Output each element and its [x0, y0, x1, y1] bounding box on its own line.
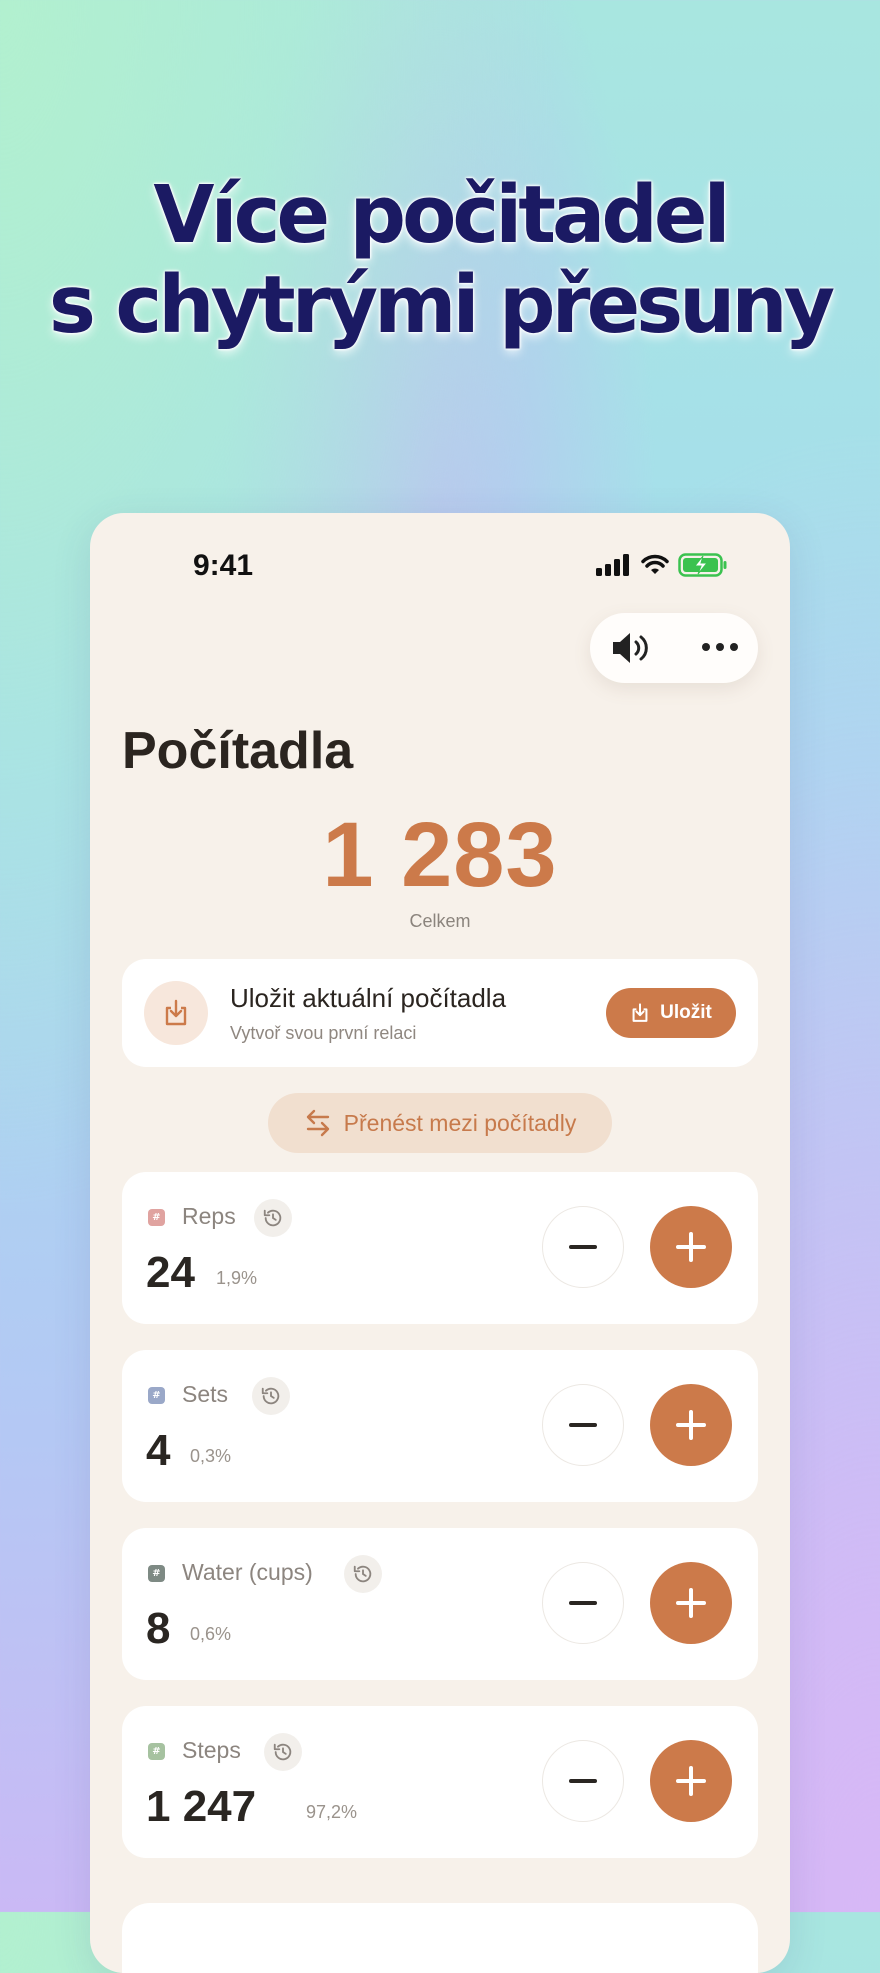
counter-percent: 0,6%: [190, 1624, 232, 1644]
plus-icon: [676, 1410, 706, 1440]
headline-line-2: s chytrými přesuny: [48, 259, 835, 351]
history-icon[interactable]: [254, 1199, 292, 1237]
save-icon: [632, 1003, 648, 1022]
counter-percent: 97,2%: [306, 1802, 358, 1822]
counter-percent: 0,3%: [190, 1446, 232, 1466]
status-icons: [596, 553, 728, 577]
hash-tag-icon: #: [148, 1743, 165, 1760]
speaker-icon[interactable]: [610, 630, 650, 666]
plus-icon: [676, 1232, 706, 1262]
counter-value: 8: [146, 1604, 171, 1653]
minus-icon: [569, 1423, 597, 1427]
minus-icon: [569, 1779, 597, 1783]
total-label: Celkem: [409, 911, 471, 931]
save-button[interactable]: Uložit: [606, 988, 736, 1038]
counter-percent: 1,9%: [216, 1268, 258, 1288]
history-icon[interactable]: [252, 1377, 290, 1415]
increment-button[interactable]: [650, 1206, 732, 1288]
hash-tag-icon: #: [148, 1209, 165, 1226]
decrement-button[interactable]: [542, 1740, 624, 1822]
page-title: Počítadla: [122, 722, 354, 780]
minus-icon: [569, 1245, 597, 1249]
save-session-card: Uložit aktuální počítadla Vytvoř svou pr…: [122, 959, 758, 1067]
transfer-button[interactable]: Přenést mezi počítadly: [268, 1093, 612, 1153]
counter-card-water: # Water (cups) 8 0,6%: [122, 1528, 758, 1680]
increment-button[interactable]: [650, 1562, 732, 1644]
headline-line-1: Více počitadel: [153, 169, 730, 261]
minus-icon: [569, 1601, 597, 1605]
more-icon[interactable]: [702, 643, 738, 651]
counter-card-reps: # Reps 24 1,9%: [122, 1172, 758, 1324]
battery-charging-icon: [678, 553, 727, 577]
bottom-bar-peek: [122, 1903, 758, 1973]
decrement-button[interactable]: [542, 1384, 624, 1466]
counter-card-steps: # Steps 1 247 97,2%: [122, 1706, 758, 1858]
headline: Více počitadel s chytrými přesuny: [0, 170, 880, 350]
decrement-button[interactable]: [542, 1206, 624, 1288]
history-icon[interactable]: [344, 1555, 382, 1593]
increment-button[interactable]: [650, 1740, 732, 1822]
counter-value: 24: [146, 1248, 195, 1297]
plus-icon: [676, 1588, 706, 1618]
toolbar-pill: [590, 613, 758, 683]
increment-button[interactable]: [650, 1384, 732, 1466]
download-icon: [144, 981, 208, 1045]
counter-name: Water (cups): [182, 1559, 313, 1585]
wifi-icon: [641, 554, 669, 574]
counter-name: Sets: [182, 1381, 229, 1407]
history-icon[interactable]: [264, 1733, 302, 1771]
hash-tag-icon: #: [148, 1565, 165, 1582]
decrement-button[interactable]: [542, 1562, 624, 1644]
plus-icon: [676, 1766, 706, 1796]
save-button-label: Uložit: [660, 1002, 712, 1023]
transfer-arrows-icon: [306, 1109, 329, 1137]
phone-screen: 9:41 Počítadla 1 283 Celkem Uložit aktuá…: [90, 513, 790, 1973]
save-card-title: Uložit aktuální počítadla: [230, 983, 507, 1013]
status-time: 9:41: [193, 549, 254, 582]
hash-tag-icon: #: [148, 1387, 165, 1404]
transfer-label: Přenést mezi počítadly: [343, 1109, 577, 1136]
counter-value: 1 247: [146, 1782, 257, 1831]
counter-name: Reps: [182, 1203, 236, 1229]
counter-value: 4: [146, 1426, 171, 1475]
counter-name: Steps: [182, 1737, 241, 1763]
save-card-subtitle: Vytvoř svou první relaci: [230, 1023, 417, 1043]
signal-icon: [596, 554, 629, 576]
counter-card-sets: # Sets 4 0,3%: [122, 1350, 758, 1502]
total-value: 1 283: [322, 804, 558, 906]
